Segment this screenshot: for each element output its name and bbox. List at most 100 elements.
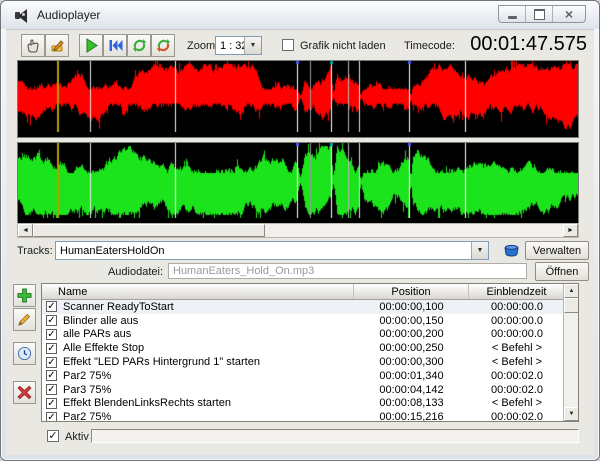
row-einblendzeit: 00:00:00.0: [469, 315, 565, 327]
loop-red-button[interactable]: [151, 34, 175, 57]
zoom-label: Zoom:: [187, 40, 218, 52]
audioplayer-window: Audioplayer ×: [0, 0, 600, 461]
row-name: ✓Par2 75%: [42, 411, 354, 422]
chevron-down-icon[interactable]: ▼: [244, 37, 261, 54]
column-header-name[interactable]: Name: [42, 284, 354, 299]
loop-green-icon: [132, 38, 147, 53]
table-row[interactable]: ✓Blinder alle aus00:00:00,15000:00:00.0: [42, 314, 578, 328]
close-button[interactable]: ×: [553, 6, 585, 22]
scrollbar-thumb[interactable]: [33, 224, 265, 237]
scroll-up-arrow[interactable]: ▲: [564, 284, 579, 298]
loop-red-icon: [156, 38, 171, 53]
row-name: ✓alle PARs aus: [42, 328, 354, 340]
add-entry-button[interactable]: [13, 284, 36, 307]
row-einblendzeit: < Befehl >: [469, 397, 565, 409]
audiodatei-label: Audiodatei:: [61, 266, 163, 278]
chevron-down-icon[interactable]: ▼: [471, 242, 488, 259]
row-einblendzeit: 00:00:02.0: [469, 384, 565, 396]
table-row[interactable]: ✓Par2 75%00:00:15,21600:00:02.0: [42, 410, 578, 422]
row-checkbox[interactable]: ✓: [46, 370, 57, 381]
timecode-label: Timecode:: [404, 40, 455, 52]
window-title: Audioplayer: [37, 8, 100, 22]
table-row[interactable]: ✓Effekt BlendenLinksRechts starten00:00:…: [42, 397, 578, 411]
maximize-button[interactable]: [526, 6, 553, 22]
row-name: ✓Blinder alle aus: [42, 315, 354, 327]
waveform-bottom-panel[interactable]: [17, 142, 579, 224]
skip-to-start-icon: [108, 39, 123, 52]
row-checkbox[interactable]: ✓: [46, 343, 57, 354]
row-name: ✓Par3 75%: [42, 384, 354, 396]
hand-tool-button[interactable]: [21, 34, 45, 57]
audiodatei-value: HumanEaters_Hold_On.mp3: [173, 265, 314, 277]
row-name: ✓Alle Effekte Stop: [42, 342, 354, 354]
titlebar[interactable]: Audioplayer ×: [1, 1, 599, 29]
add-icon: [17, 288, 32, 303]
delete-entry-button[interactable]: [13, 381, 36, 404]
minimize-button[interactable]: [499, 6, 526, 22]
play-button[interactable]: [79, 34, 103, 57]
tracks-label: Tracks:: [17, 245, 53, 257]
edit-entry-button[interactable]: [13, 308, 36, 331]
progress-bar: [91, 429, 579, 443]
table-row[interactable]: ✓Effekt "LED PARs Hintergrund 1" starten…: [42, 355, 578, 369]
aktiv-label: Aktiv: [65, 431, 89, 443]
loop-green-button[interactable]: [127, 34, 151, 57]
window-controls: ×: [498, 5, 586, 23]
waveform-bottom-canvas[interactable]: [18, 143, 578, 218]
row-einblendzeit: 00:00:00.0: [469, 328, 565, 340]
scroll-left-arrow[interactable]: ◄: [18, 224, 33, 237]
scroll-right-arrow[interactable]: ►: [563, 224, 578, 237]
waveform-scrollbar[interactable]: ◄ ►: [17, 223, 579, 238]
delete-icon: [17, 385, 32, 400]
table-scrollbar[interactable]: ▲ ▼: [563, 284, 578, 421]
row-name: ✓Effekt BlendenLinksRechts starten: [42, 397, 354, 409]
waveform-top-canvas[interactable]: [18, 61, 578, 132]
grafik-checkbox[interactable]: [282, 39, 294, 51]
row-position: 00:00:04,142: [354, 384, 469, 396]
manage-icon: [503, 242, 520, 258]
edit-marker-button[interactable]: [45, 34, 69, 57]
verwalten-button[interactable]: Verwalten: [525, 241, 589, 260]
row-checkbox[interactable]: ✓: [46, 315, 57, 326]
row-checkbox[interactable]: ✓: [46, 384, 57, 395]
aktiv-checkbox[interactable]: ✓: [47, 430, 59, 442]
row-checkbox[interactable]: ✓: [46, 301, 57, 312]
zoom-dropdown[interactable]: 1 : 32 ▼: [215, 36, 262, 55]
audiodatei-field[interactable]: HumanEaters_Hold_On.mp3: [168, 263, 527, 279]
row-checkbox[interactable]: ✓: [46, 357, 57, 368]
row-einblendzeit: 00:00:02.0: [469, 370, 565, 382]
edit-icon: [17, 312, 32, 327]
table-row[interactable]: ✓Par2 75%00:00:01,34000:00:02.0: [42, 369, 578, 383]
row-position: 00:00:00,300: [354, 356, 469, 368]
clock-icon: [17, 346, 32, 361]
table-row[interactable]: ✓Alle Effekte Stop00:00:00,250< Befehl >: [42, 341, 578, 355]
row-einblendzeit: < Befehl >: [469, 356, 565, 368]
verwalten-button-label: Verwalten: [533, 245, 581, 257]
table-body: ✓Scanner ReadyToStart00:00:00,10000:00:0…: [42, 300, 578, 422]
row-checkbox[interactable]: ✓: [46, 398, 57, 409]
skip-to-start-button[interactable]: [103, 34, 127, 57]
close-icon: ×: [565, 7, 573, 21]
row-name: ✓Effekt "LED PARs Hintergrund 1" starten: [42, 356, 354, 368]
time-entry-button[interactable]: [13, 342, 36, 365]
scroll-down-arrow[interactable]: ▼: [564, 407, 579, 421]
row-name: ✓Scanner ReadyToStart: [42, 301, 354, 313]
column-header-einblendzeit[interactable]: Einblendzeit: [469, 284, 565, 299]
row-checkbox[interactable]: ✓: [46, 329, 57, 340]
row-checkbox[interactable]: ✓: [46, 412, 57, 422]
oeffnen-button[interactable]: Öffnen: [535, 262, 589, 281]
waveform-top-panel[interactable]: [17, 60, 579, 138]
column-header-position[interactable]: Position: [354, 284, 469, 299]
row-einblendzeit: < Befehl >: [469, 342, 565, 354]
tracks-dropdown[interactable]: HumanEatersHoldOn ▼: [55, 241, 489, 260]
table-row[interactable]: ✓Scanner ReadyToStart00:00:00,10000:00:0…: [42, 300, 578, 314]
table-row[interactable]: ✓Par3 75%00:00:04,14200:00:02.0: [42, 383, 578, 397]
row-position: 00:00:00,250: [354, 342, 469, 354]
hand-tool-icon: [25, 38, 41, 54]
row-einblendzeit: 00:00:00.0: [469, 301, 565, 313]
screen: Audioplayer ×: [0, 0, 600, 461]
table-row[interactable]: ✓alle PARs aus00:00:00,20000:00:00.0: [42, 328, 578, 342]
scrollbar-thumb[interactable]: [564, 298, 579, 313]
row-position: 00:00:01,340: [354, 370, 469, 382]
speaker-icon: [14, 8, 29, 23]
